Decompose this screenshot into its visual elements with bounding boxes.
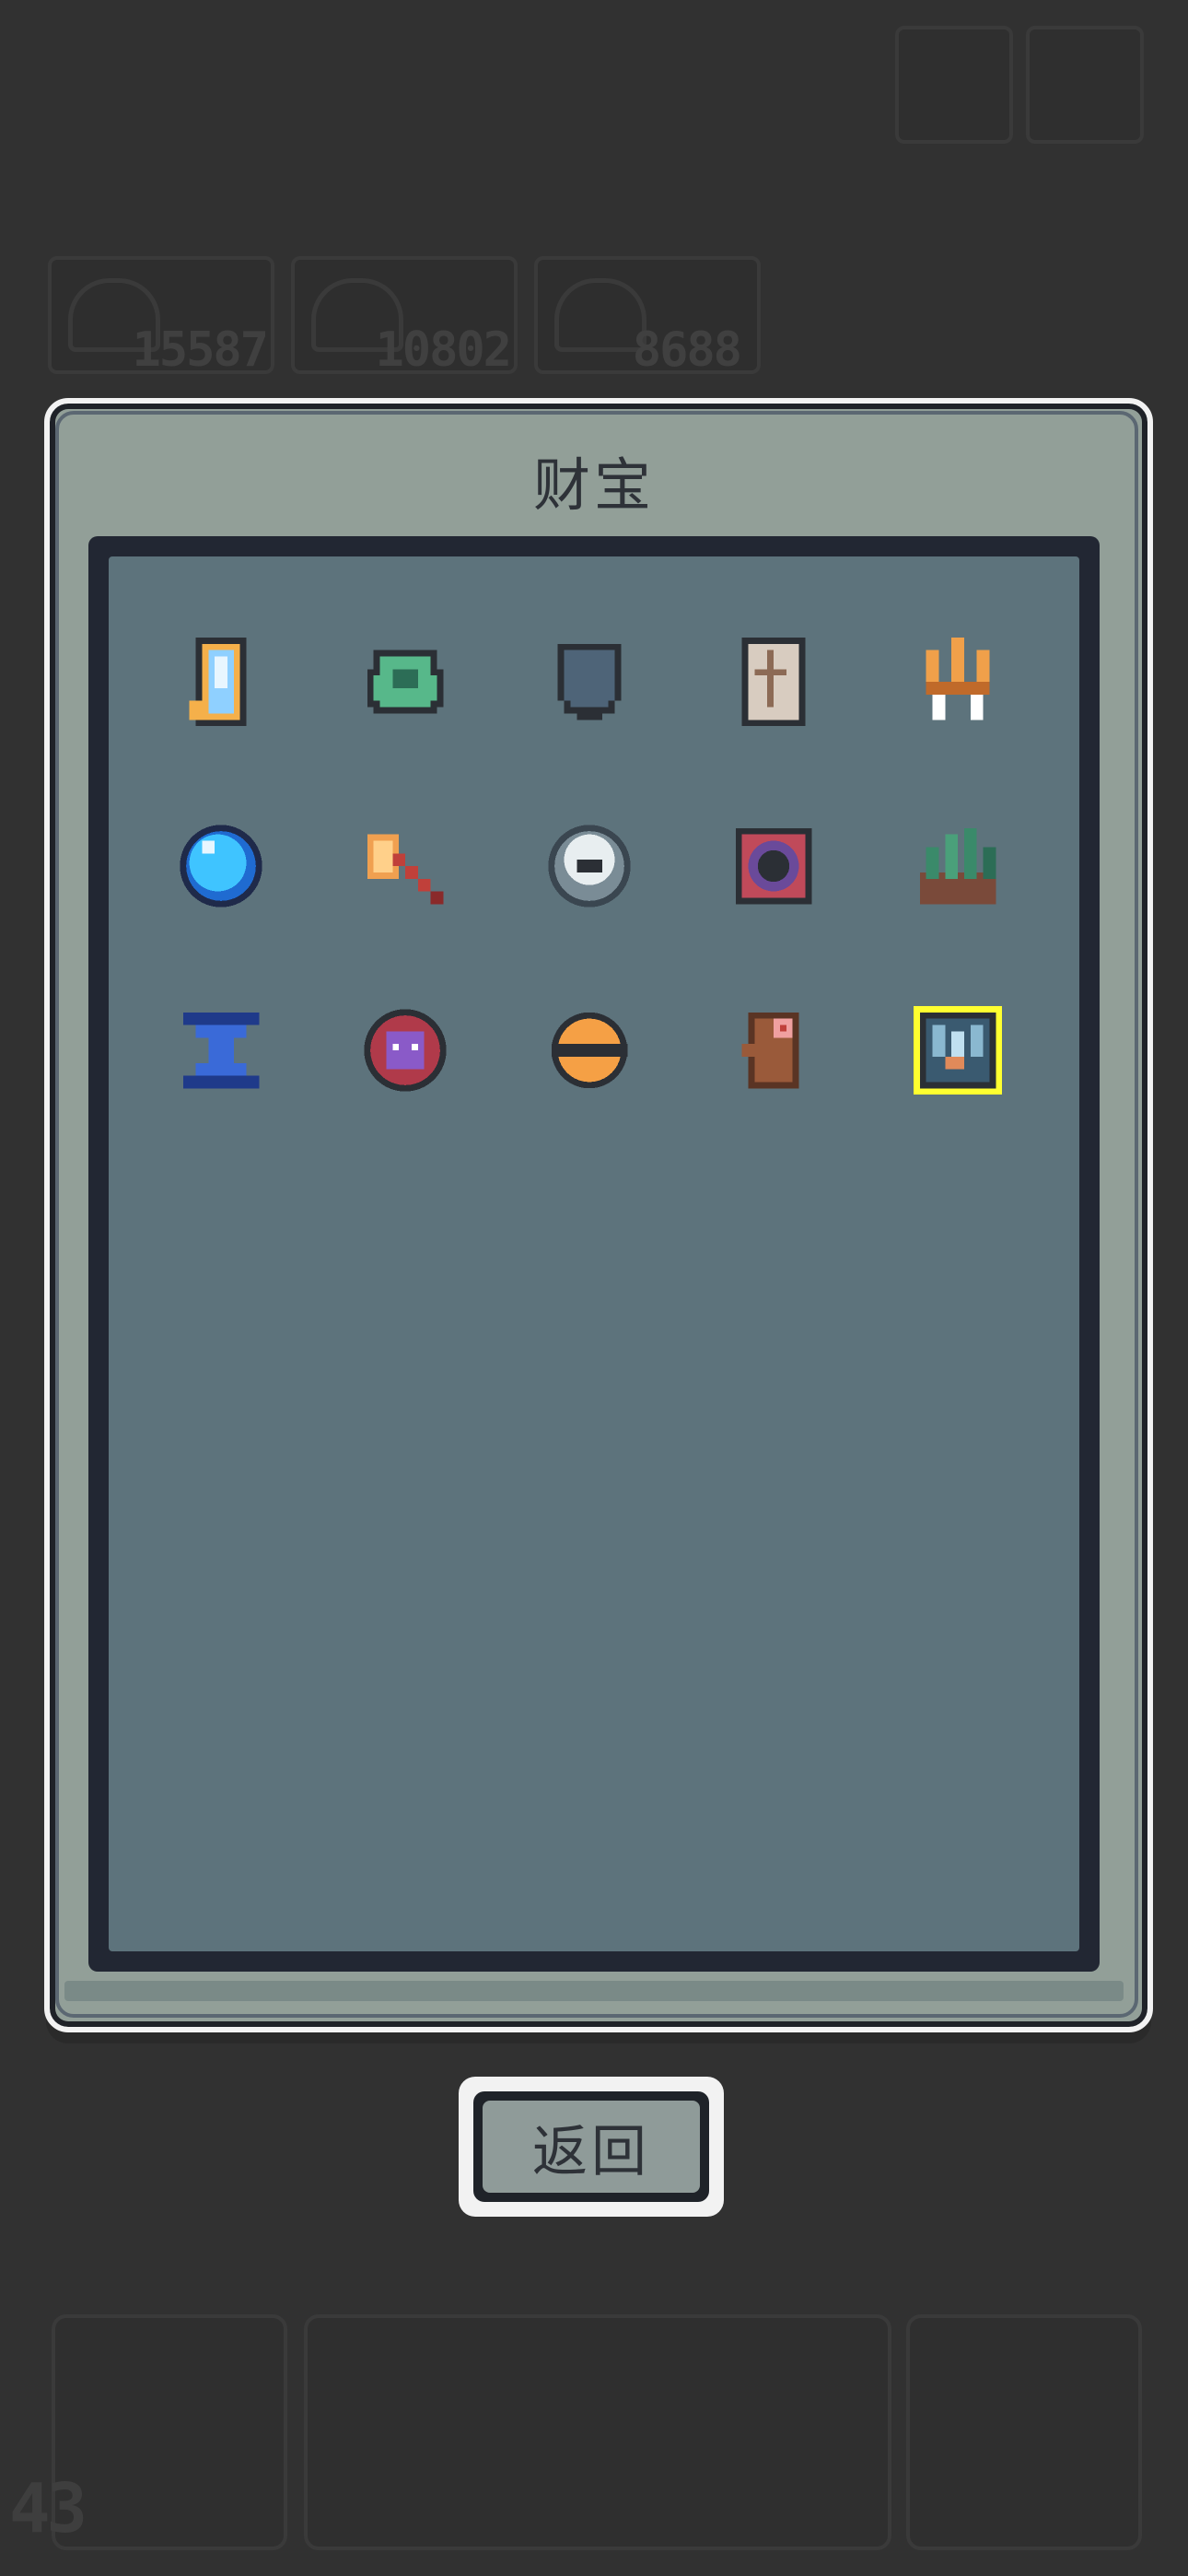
wooden-totem-icon [741,1012,799,1089]
crystal-mirror-icon [189,637,247,727]
treasure-crystal-mirror[interactable] [166,626,276,737]
void-portal-icon [735,827,812,905]
green-helmet-icon [367,650,444,714]
treasure-void-portal[interactable] [718,811,829,921]
level-text: 43 [9,2469,87,2548]
resource-panel-3: 8688 [534,256,761,378]
treasure-grid [109,556,1079,1951]
crystal-cluster-icon [919,827,996,905]
resource-value: 15587 [132,322,269,378]
resource-panel-2: 10802 [291,256,518,378]
blue-orb-icon [180,825,262,907]
back-button-border: 返回 [473,2091,709,2202]
resource-value: 8688 [632,322,742,378]
treasure-wooden-totem[interactable] [718,995,829,1106]
treasure-blue-hourglass[interactable] [166,995,276,1106]
dialog-title: 财宝 [532,451,655,519]
character-slot[interactable] [906,2314,1142,2550]
resource-value: 10802 [375,322,512,378]
rune-scroll-icon [741,637,806,727]
weapon-slot[interactable] [52,2314,287,2550]
golden-trident-icon [926,637,990,720]
blue-hourglass-icon [182,1012,260,1089]
treasure-ice-crown[interactable] [903,995,1013,1106]
resource-panel-1: 15587 [48,256,274,378]
treasure-crystal-cluster[interactable] [903,811,1013,921]
white-spiral-icon [548,825,631,907]
treasure-blue-orb[interactable] [166,811,276,921]
ice-crown-icon [913,1005,1003,1095]
treasure-demon-emblem[interactable] [350,995,460,1106]
treasure-white-spiral[interactable] [534,811,645,921]
settings-button[interactable] [1026,26,1144,144]
treasure-green-helmet[interactable] [350,626,460,737]
dialog-footer [64,1981,1124,2001]
back-button[interactable]: 返回 [459,2077,724,2217]
treasure-blue-shield[interactable] [534,626,645,737]
gold-ring-icon [551,1012,628,1089]
back-button-label: 返回 [483,2101,700,2193]
flame-axe-icon [367,834,444,905]
treasure-rune-scroll[interactable] [718,626,829,737]
treasure-gold-ring[interactable] [534,995,645,1106]
blue-shield-icon [557,643,622,720]
demon-emblem-icon [364,1009,447,1092]
center-slot[interactable] [304,2314,891,2550]
treasure-golden-trident[interactable] [903,626,1013,737]
menu-button[interactable] [895,26,1013,144]
treasure-flame-axe[interactable] [350,811,460,921]
